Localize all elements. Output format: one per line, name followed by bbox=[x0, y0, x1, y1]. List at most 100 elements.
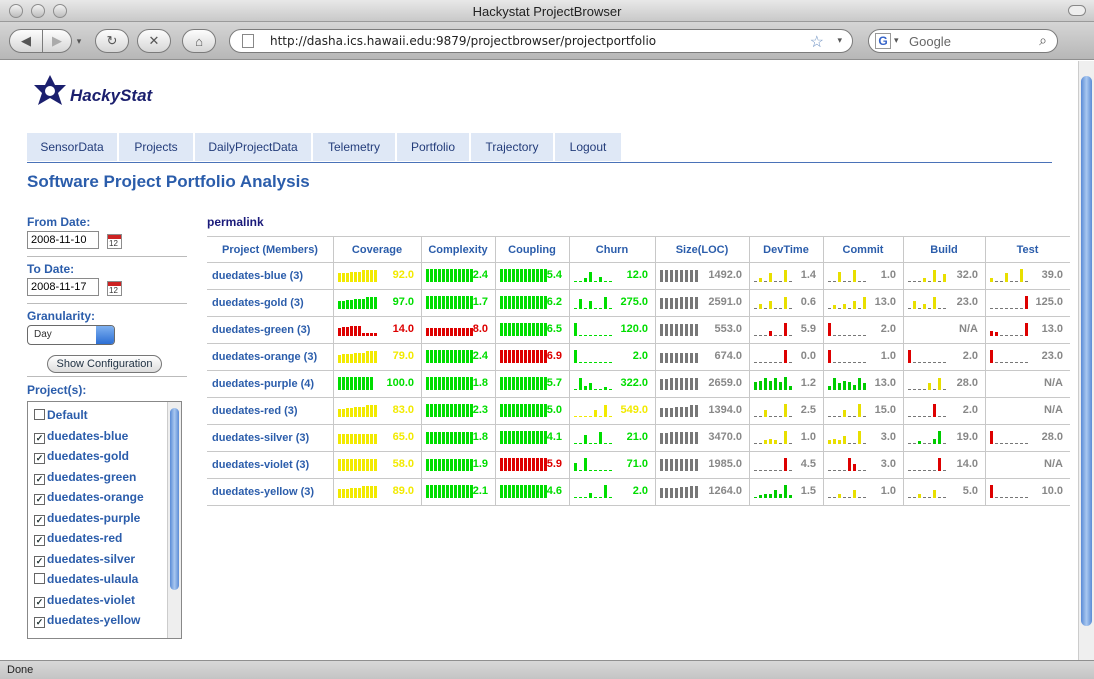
nav-tab-logout[interactable]: Logout bbox=[555, 133, 621, 161]
reload-button[interactable]: ↻ bbox=[95, 29, 129, 53]
project-checkbox[interactable]: ✓ bbox=[34, 514, 45, 526]
project-list-item[interactable]: ✓ duedates-orange bbox=[34, 490, 144, 505]
metric-cell[interactable]: 14.0 bbox=[903, 452, 985, 478]
metric-cell[interactable]: 275.0 bbox=[569, 290, 655, 316]
project-link[interactable]: duedates-blue (3) bbox=[212, 270, 303, 282]
metric-cell[interactable]: 2591.0 bbox=[655, 290, 749, 316]
metric-cell[interactable]: 92.0 bbox=[333, 263, 421, 289]
metric-cell[interactable]: 65.0 bbox=[333, 425, 421, 451]
metric-cell[interactable]: 1.5 bbox=[749, 479, 823, 505]
metric-cell[interactable]: 3.0 bbox=[823, 425, 903, 451]
project-list-scrollbar[interactable] bbox=[167, 402, 181, 638]
bookmark-star-icon[interactable]: ☆ bbox=[810, 32, 824, 52]
metric-cell[interactable]: 5.9 bbox=[749, 317, 823, 343]
metric-cell[interactable]: N/A bbox=[985, 452, 1070, 478]
metric-cell[interactable]: 19.0 bbox=[903, 425, 985, 451]
metric-cell[interactable]: 5.9 bbox=[495, 452, 569, 478]
from-date-field[interactable]: 2008-11-10 bbox=[27, 231, 99, 249]
search-bar[interactable]: G ▾ Google ⌕ bbox=[868, 29, 1058, 53]
metric-cell[interactable]: 2.0 bbox=[903, 398, 985, 424]
toolbar-toggle-button[interactable] bbox=[1068, 5, 1086, 16]
project-list-item[interactable]: Default bbox=[34, 408, 88, 422]
metric-cell[interactable]: 39.0 bbox=[985, 263, 1070, 289]
project-list-item[interactable]: ✓ duedates-silver bbox=[34, 552, 135, 567]
metric-cell[interactable]: 3.0 bbox=[823, 452, 903, 478]
nav-tab-projects[interactable]: Projects bbox=[119, 133, 193, 161]
metric-cell[interactable]: 2.5 bbox=[749, 398, 823, 424]
column-header[interactable]: DevTime bbox=[749, 236, 823, 263]
metric-cell[interactable]: 5.4 bbox=[495, 263, 569, 289]
project-link[interactable]: duedates-red (3) bbox=[212, 405, 298, 417]
project-checkbox[interactable]: ✓ bbox=[34, 494, 45, 505]
project-checkbox[interactable]: ✓ bbox=[34, 555, 45, 567]
nav-tab-trajectory[interactable]: Trajectory bbox=[471, 133, 553, 161]
granularity-select[interactable]: Day bbox=[27, 325, 115, 345]
project-list-item[interactable]: ✓ duedates-green bbox=[34, 470, 136, 485]
metric-cell[interactable]: 1492.0 bbox=[655, 263, 749, 289]
metric-cell[interactable]: 2.0 bbox=[823, 317, 903, 343]
metric-cell[interactable]: 12.0 bbox=[569, 263, 655, 289]
project-list-item[interactable]: ✓ duedates-purple bbox=[34, 511, 140, 526]
scroll-thumb[interactable] bbox=[1081, 76, 1092, 626]
column-header[interactable]: Test bbox=[985, 236, 1070, 263]
metric-cell[interactable]: 120.0 bbox=[569, 317, 655, 343]
metric-cell[interactable]: N/A bbox=[985, 371, 1070, 397]
forward-button[interactable]: ▶ bbox=[42, 29, 72, 53]
metric-cell[interactable]: 2.0 bbox=[903, 344, 985, 370]
metric-cell[interactable]: 1.0 bbox=[823, 344, 903, 370]
metric-cell[interactable]: 23.0 bbox=[903, 290, 985, 316]
metric-cell[interactable]: 1264.0 bbox=[655, 479, 749, 505]
column-header[interactable]: Coverage bbox=[333, 236, 421, 263]
metric-cell[interactable]: 14.0 bbox=[333, 317, 421, 343]
metric-cell[interactable]: 553.0 bbox=[655, 317, 749, 343]
metric-cell[interactable]: 4.6 bbox=[495, 479, 569, 505]
metric-cell[interactable]: 1.0 bbox=[823, 263, 903, 289]
project-list-item[interactable]: ✓ duedates-red bbox=[34, 531, 122, 546]
project-link[interactable]: duedates-purple (4) bbox=[212, 378, 314, 390]
metric-cell[interactable]: 4.1 bbox=[495, 425, 569, 451]
metric-cell[interactable]: 6.5 bbox=[495, 317, 569, 343]
metric-cell[interactable]: 6.2 bbox=[495, 290, 569, 316]
project-list-item[interactable]: ✓ duedates-violet bbox=[34, 593, 135, 608]
metric-cell[interactable]: 15.0 bbox=[823, 398, 903, 424]
back-button[interactable]: ◀ bbox=[9, 29, 43, 53]
metric-cell[interactable]: 13.0 bbox=[823, 371, 903, 397]
project-list-item[interactable]: ✓ duedates-blue bbox=[34, 429, 128, 444]
nav-tab-sensordata[interactable]: SensorData bbox=[27, 133, 117, 161]
project-list[interactable]: Default ✓ duedates-blue ✓ duedates-gold ✓ dued… bbox=[27, 401, 182, 639]
nav-tab-telemetry[interactable]: Telemetry bbox=[313, 133, 395, 161]
metric-cell[interactable]: 28.0 bbox=[985, 425, 1070, 451]
metric-cell[interactable]: 100.0 bbox=[333, 371, 421, 397]
home-button[interactable]: ⌂ bbox=[182, 29, 216, 53]
metric-cell[interactable]: 1985.0 bbox=[655, 452, 749, 478]
metric-cell[interactable]: 549.0 bbox=[569, 398, 655, 424]
metric-cell[interactable]: 79.0 bbox=[333, 344, 421, 370]
project-link[interactable]: duedates-violet (3) bbox=[212, 459, 309, 471]
project-list-item[interactable]: ✓ duedates-yellow bbox=[34, 613, 140, 628]
magnifier-icon[interactable]: ⌕ bbox=[1039, 32, 1047, 49]
metric-cell[interactable]: 5.7 bbox=[495, 371, 569, 397]
column-header[interactable]: Churn bbox=[569, 236, 655, 263]
column-header[interactable]: Size(LOC) bbox=[655, 236, 749, 263]
project-list-item[interactable]: ✓ duedates-gold bbox=[34, 449, 129, 464]
metric-cell[interactable]: 2.4 bbox=[421, 344, 495, 370]
metric-cell[interactable]: 4.5 bbox=[749, 452, 823, 478]
project-link[interactable]: duedates-yellow (3) bbox=[212, 486, 314, 498]
metric-cell[interactable]: 83.0 bbox=[333, 398, 421, 424]
metric-cell[interactable]: N/A bbox=[903, 317, 985, 343]
metric-cell[interactable]: 6.9 bbox=[495, 344, 569, 370]
metric-cell[interactable]: 21.0 bbox=[569, 425, 655, 451]
metric-cell[interactable]: 2.0 bbox=[569, 344, 655, 370]
calendar-icon[interactable]: 12 bbox=[107, 281, 122, 296]
metric-cell[interactable]: 5.0 bbox=[495, 398, 569, 424]
project-link[interactable]: duedates-gold (3) bbox=[212, 297, 304, 309]
metric-cell[interactable]: 1.8 bbox=[421, 371, 495, 397]
metric-cell[interactable]: 71.0 bbox=[569, 452, 655, 478]
metric-cell[interactable]: 2.4 bbox=[421, 263, 495, 289]
page-scrollbar[interactable] bbox=[1078, 61, 1094, 660]
project-checkbox[interactable]: ✓ bbox=[34, 617, 45, 628]
column-header[interactable]: Build bbox=[903, 236, 985, 263]
metric-cell[interactable]: 1.2 bbox=[749, 371, 823, 397]
project-link[interactable]: duedates-orange (3) bbox=[212, 351, 317, 363]
metric-cell[interactable]: 5.0 bbox=[903, 479, 985, 505]
